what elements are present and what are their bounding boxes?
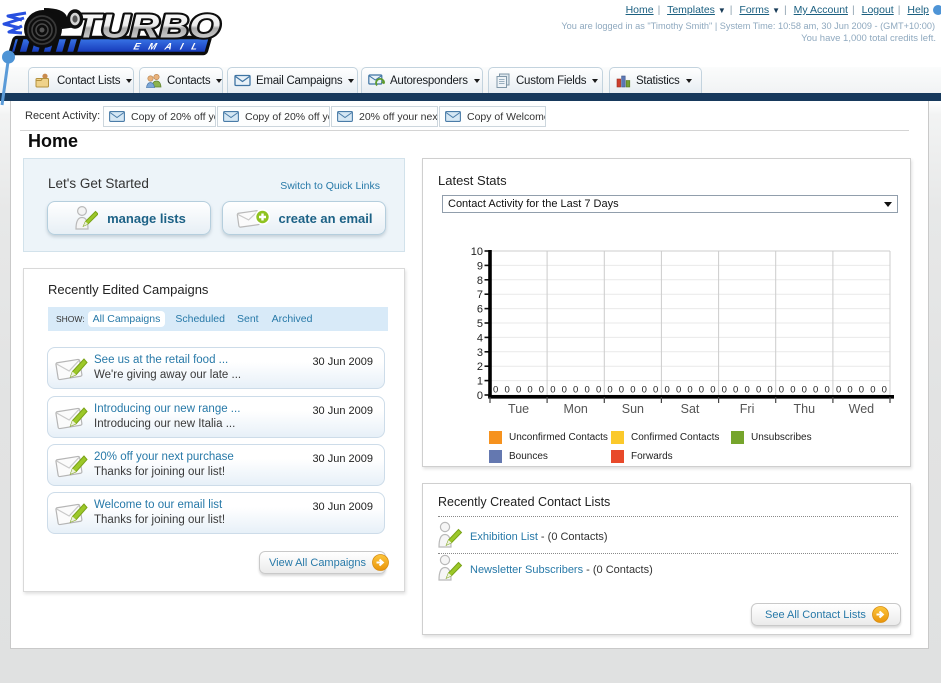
svg-text:0: 0	[539, 385, 544, 396]
svg-text:0: 0	[744, 385, 749, 396]
svg-text:0: 0	[699, 385, 704, 396]
svg-text:Thu: Thu	[794, 402, 816, 416]
svg-text:0: 0	[642, 385, 647, 396]
svg-text:0: 0	[722, 385, 727, 396]
svg-text:0: 0	[596, 385, 601, 396]
svg-text:0: 0	[664, 385, 669, 396]
svg-text:0: 0	[813, 385, 818, 396]
svg-text:0: 0	[790, 385, 795, 396]
svg-text:10: 10	[471, 246, 483, 258]
svg-text:0: 0	[802, 385, 807, 396]
svg-text:0: 0	[710, 385, 715, 396]
svg-text:0: 0	[870, 385, 875, 396]
svg-text:0: 0	[619, 385, 624, 396]
svg-text:0: 0	[493, 385, 498, 396]
svg-text:7: 7	[477, 289, 483, 301]
svg-text:0: 0	[767, 385, 772, 396]
svg-text:1: 1	[477, 376, 483, 388]
svg-text:0: 0	[859, 385, 864, 396]
svg-text:0: 0	[562, 385, 567, 396]
svg-text:0: 0	[824, 385, 829, 396]
svg-text:0: 0	[573, 385, 578, 396]
svg-text:0: 0	[584, 385, 589, 396]
svg-text:Tue: Tue	[508, 402, 529, 416]
svg-text:Sun: Sun	[622, 402, 644, 416]
svg-text:4: 4	[477, 332, 483, 344]
svg-text:0: 0	[630, 385, 635, 396]
svg-text:0: 0	[607, 385, 612, 396]
svg-text:0: 0	[847, 385, 852, 396]
svg-text:9: 9	[477, 260, 483, 272]
svg-text:8: 8	[477, 275, 483, 287]
svg-text:6: 6	[477, 304, 483, 316]
svg-text:0: 0	[756, 385, 761, 396]
svg-text:0: 0	[733, 385, 738, 396]
svg-text:0: 0	[882, 385, 887, 396]
svg-text:0: 0	[836, 385, 841, 396]
svg-text:Mon: Mon	[564, 402, 588, 416]
svg-text:0: 0	[687, 385, 692, 396]
svg-text:0: 0	[527, 385, 532, 396]
svg-text:0: 0	[504, 385, 509, 396]
svg-text:0: 0	[779, 385, 784, 396]
svg-text:0: 0	[653, 385, 658, 396]
svg-text:3: 3	[477, 347, 483, 359]
svg-text:5: 5	[477, 318, 483, 330]
svg-text:TURBO: TURBO	[76, 8, 221, 45]
svg-text:2: 2	[477, 361, 483, 373]
svg-text:Wed: Wed	[849, 402, 875, 416]
svg-text:0: 0	[550, 385, 555, 396]
svg-text:Sat: Sat	[681, 402, 700, 416]
svg-text:Fri: Fri	[740, 402, 755, 416]
svg-text:0: 0	[676, 385, 681, 396]
svg-text:0: 0	[516, 385, 521, 396]
svg-text:0: 0	[477, 390, 483, 402]
